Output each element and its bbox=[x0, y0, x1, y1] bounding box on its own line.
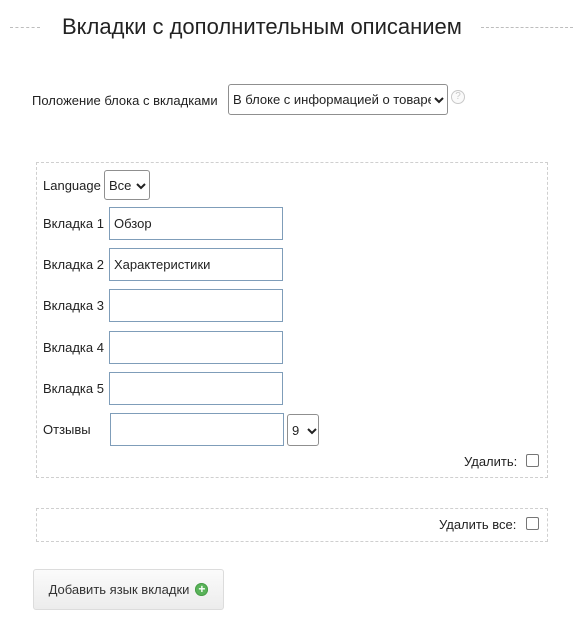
tab-4-input[interactable] bbox=[109, 331, 283, 364]
reviews-label: Отзывы bbox=[43, 422, 91, 437]
section-header: Вкладки с дополнительным описанием bbox=[0, 10, 581, 46]
tab-1-input[interactable]: Обзор bbox=[109, 207, 283, 240]
position-label: Положение блока с вкладками bbox=[32, 93, 218, 108]
section-title: Вкладки с дополнительным описанием bbox=[62, 14, 462, 39]
plus-circle-icon: + bbox=[195, 583, 209, 596]
language-select-value: Все bbox=[109, 177, 132, 193]
chevron-down-icon bbox=[305, 423, 318, 438]
reviews-order-value: 9 bbox=[292, 422, 300, 438]
delete-checkbox[interactable] bbox=[526, 454, 539, 467]
add-tab-language-label: Добавить язык вкладки bbox=[48, 582, 190, 597]
tab-5-input[interactable] bbox=[109, 372, 283, 405]
position-select-value: В блоке с информацией о товаре bbox=[233, 92, 431, 107]
tab-5-label: Вкладка 5 bbox=[43, 381, 104, 396]
delete-label: Удалить: bbox=[464, 454, 518, 469]
chevron-down-icon bbox=[133, 178, 149, 193]
tab-3-label: Вкладка 3 bbox=[43, 298, 104, 313]
delete-all-checkbox[interactable] bbox=[526, 517, 539, 530]
language-select[interactable]: Все bbox=[104, 170, 150, 200]
reviews-order-select[interactable]: 9 bbox=[287, 414, 319, 446]
chevron-down-icon bbox=[431, 92, 447, 107]
language-label: Language bbox=[43, 178, 101, 193]
position-select[interactable]: В блоке с информацией о товаре bbox=[228, 84, 448, 115]
tab-2-input[interactable]: Характеристики bbox=[109, 248, 283, 281]
tab-2-label: Вкладка 2 bbox=[43, 257, 104, 272]
delete-all-label: Удалить все: bbox=[439, 517, 517, 532]
help-icon[interactable]: ? bbox=[451, 90, 465, 104]
add-tab-language-button[interactable]: Добавить язык вкладки + bbox=[33, 569, 224, 610]
header-divider-right bbox=[481, 27, 573, 28]
tab-3-input[interactable] bbox=[109, 289, 283, 322]
reviews-input[interactable] bbox=[110, 413, 284, 446]
tab-1-label: Вкладка 1 bbox=[43, 216, 104, 231]
tab-4-label: Вкладка 4 bbox=[43, 340, 104, 355]
header-divider-left bbox=[10, 27, 40, 28]
